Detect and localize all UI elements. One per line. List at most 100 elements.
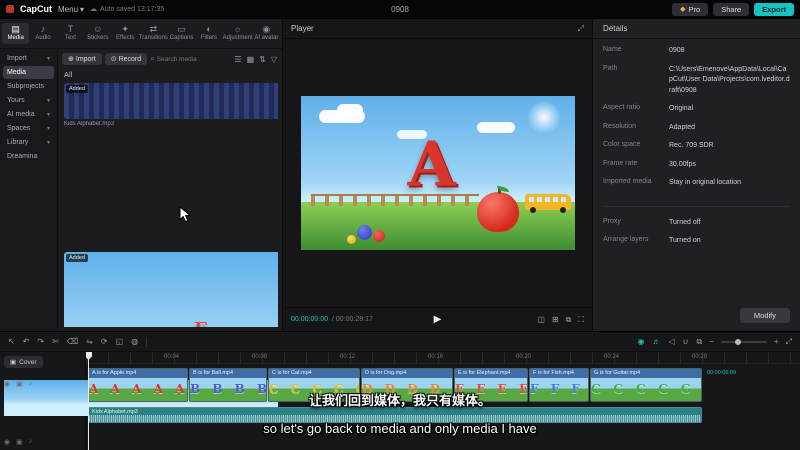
- play-button[interactable]: ▶: [434, 314, 442, 325]
- tab-label: AI avatar: [254, 35, 279, 41]
- rotate-icon[interactable]: ⟳: [101, 337, 108, 346]
- delete-icon[interactable]: ⌫: [67, 337, 78, 346]
- zoom-slider-knob[interactable]: [734, 338, 741, 345]
- sidebar-item-ai-media[interactable]: AI media ▾: [3, 108, 54, 121]
- import-button[interactable]: ⊕ Import: [62, 53, 102, 65]
- menu-button[interactable]: Menu ▾: [58, 5, 84, 14]
- search-box[interactable]: ⌕: [150, 54, 231, 64]
- capcut-logo-icon: [6, 5, 14, 13]
- section-label: All: [64, 70, 73, 79]
- cover-button[interactable]: ▣ Cover: [4, 356, 43, 368]
- sidebar-item-dreamina[interactable]: Dreamina: [3, 150, 54, 163]
- detail-row: Color space Rec. 709 SDR: [603, 141, 790, 152]
- autosave-status: ☁ Auto saved 13:17:35: [90, 5, 165, 14]
- letter-a-graphic: A: [407, 127, 456, 201]
- sidebar-item-label: Library: [7, 139, 29, 146]
- split-icon[interactable]: ✄: [52, 337, 59, 346]
- select-tool-icon[interactable]: ↖: [8, 337, 15, 346]
- volume-icon[interactable]: ◁: [669, 337, 675, 347]
- player-stage: A: [283, 39, 592, 307]
- media-item[interactable]: EAddedE is for Elephant.mp4: [64, 252, 278, 327]
- media-panel: ▤ Media ♪ Audio T Text ☺ Stickers ✦ Effects ⇄ Trans…: [0, 19, 283, 331]
- zoom-slider[interactable]: [720, 338, 767, 345]
- video-preview[interactable]: A: [300, 96, 575, 250]
- clip-name: F is for Fish.mp4: [530, 369, 588, 378]
- redo-icon[interactable]: ↷: [37, 337, 44, 346]
- sort-icon[interactable]: ⇅: [258, 55, 267, 64]
- record-dot-icon: ⊙: [110, 56, 117, 63]
- hide-track-icon[interactable]: ◉: [4, 438, 10, 446]
- zoom-in-icon[interactable]: +: [774, 337, 779, 346]
- detail-row: Proxy Turned off: [603, 205, 790, 229]
- link-icon[interactable]: ⧉: [697, 337, 703, 347]
- tab-effects[interactable]: ✦ Effects: [111, 23, 138, 44]
- grid-overlay-icon[interactable]: ⊞: [552, 315, 559, 325]
- tab-transitions[interactable]: ⇄ Transitions: [139, 23, 168, 44]
- record-button[interactable]: ⊙ Record: [104, 53, 148, 65]
- detail-label: Proxy: [603, 217, 621, 225]
- voiceover-icon[interactable]: ◉: [638, 337, 645, 347]
- zoom-fit-icon[interactable]: ⤢: [786, 337, 792, 347]
- chevron-down-icon: ▾: [46, 126, 50, 132]
- export-button[interactable]: Export: [754, 2, 794, 16]
- tab-filters[interactable]: ◐ Filters: [195, 23, 222, 44]
- lock-track-icon[interactable]: ▣: [16, 438, 23, 446]
- tab-label: Filters: [200, 35, 218, 41]
- project-title: 0908: [391, 4, 409, 14]
- grid-view-icon[interactable]: ▦: [246, 55, 256, 64]
- pro-button[interactable]: ◆ Pro: [672, 2, 709, 16]
- detail-value: Turned off: [669, 218, 701, 226]
- tab-adjustment[interactable]: ☼ Adjustment: [223, 23, 253, 44]
- modify-button[interactable]: Modify: [739, 308, 790, 323]
- audio-sync-icon[interactable]: ♬: [653, 337, 661, 347]
- sidebar-item-spaces[interactable]: Spaces ▾: [3, 122, 54, 135]
- tab-label: Stickers: [87, 35, 109, 41]
- detail-label: Path: [603, 64, 618, 72]
- cloud-icon: ☁: [90, 6, 98, 13]
- crop-icon[interactable]: ◱: [116, 337, 124, 346]
- timeline-ruler[interactable]: 00:04 00:08 00:12 00:16 00:20 00:24 00:28: [86, 352, 800, 364]
- thumb-letter: E: [194, 319, 208, 328]
- top-tabbar: ▤ Media ♪ Audio T Text ☺ Stickers ✦ Effects ⇄ Trans…: [0, 19, 282, 49]
- adjustment-icon: ☼: [233, 24, 242, 34]
- miniplayer-icon[interactable]: ⧉: [566, 315, 572, 325]
- tab-stickers[interactable]: ☺ Stickers: [84, 23, 111, 44]
- detail-value: 30.00fps: [669, 160, 696, 168]
- tab-captions[interactable]: ▭ Captions: [168, 23, 195, 44]
- undo-icon[interactable]: ↶: [23, 337, 30, 346]
- tab-media[interactable]: ▤ Media: [2, 23, 30, 44]
- detail-row: Resolution Adapted: [603, 123, 790, 134]
- filter-icon[interactable]: ▽: [270, 55, 278, 64]
- tab-text[interactable]: T Text: [57, 23, 84, 44]
- detail-row: Path C:\Users\Emenove\AppData\Local\CapCu…: [603, 65, 790, 97]
- chevron-down-icon: ▾: [80, 4, 85, 14]
- media-item-label: Kids Alphabet.mp3: [64, 121, 115, 127]
- sidebar-item-library[interactable]: Library ▾: [3, 136, 54, 149]
- subtitle-line-chinese: 让我们回到媒体，我只有媒体。: [308, 393, 491, 408]
- mirror-icon[interactable]: ⇋: [86, 337, 93, 346]
- zoom-out-icon[interactable]: −: [709, 337, 714, 346]
- added-badge: Added: [66, 254, 88, 262]
- text-icon: T: [67, 24, 74, 34]
- sidebar-item-label: AI media: [7, 111, 35, 118]
- share-button[interactable]: Share: [713, 2, 750, 16]
- detail-row: Arrange layers Turned on: [603, 236, 790, 247]
- fullscreen-icon[interactable]: ⛶: [578, 315, 584, 325]
- snap-icon[interactable]: ∪: [683, 337, 689, 347]
- current-time: 00:00:00:00: [291, 316, 328, 323]
- media-item[interactable]: Added Kids Alphabet.mp3: [64, 83, 278, 245]
- clip-name: D is for Dog.mp4: [362, 369, 452, 378]
- search-input[interactable]: [156, 55, 231, 63]
- tab-ai-avatar[interactable]: ◉ AI avatar: [253, 23, 280, 44]
- sidebar-item-subprojects[interactable]: Subprojects: [3, 80, 54, 93]
- sidebar-item-label: Subprojects: [7, 83, 44, 90]
- list-view-icon[interactable]: ☰: [233, 55, 242, 64]
- ratio-icon[interactable]: ◫: [537, 315, 545, 325]
- mute-track-icon[interactable]: ♪: [29, 438, 33, 446]
- mask-icon[interactable]: ◍: [131, 337, 138, 346]
- expand-player-icon[interactable]: ⤢: [578, 24, 584, 34]
- sidebar-item-yours[interactable]: Yours ▾: [3, 94, 54, 107]
- tab-audio[interactable]: ♪ Audio: [29, 23, 56, 44]
- sidebar-item-import[interactable]: Import ▾: [3, 52, 54, 65]
- sidebar-item-media[interactable]: Media: [3, 66, 54, 79]
